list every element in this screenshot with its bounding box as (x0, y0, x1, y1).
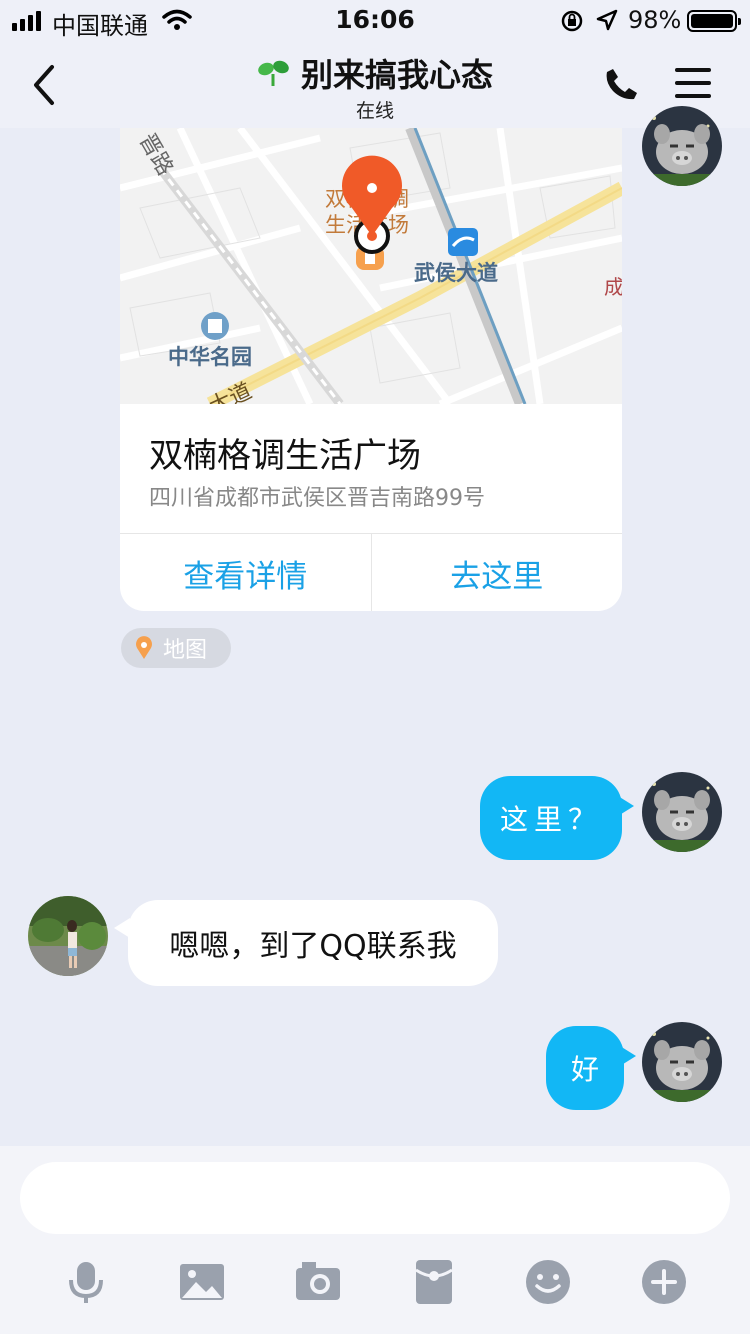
bubble-tail (618, 796, 634, 816)
map-preview[interactable]: 晋路 双楠格调 生活广场 武侯大道 中华名园 大道 成 (120, 128, 622, 404)
message-bubble-out[interactable]: 好 (546, 1026, 624, 1110)
bubble-tail (620, 1046, 636, 1066)
location-arrow-icon (596, 9, 618, 31)
garden-label: 中华名园 (168, 345, 252, 369)
battery-percent: 98% (628, 6, 682, 34)
place-name: 双楠格调生活广场 (149, 436, 421, 476)
avatar-self[interactable] (642, 772, 722, 852)
rotation-lock-icon (561, 10, 583, 32)
map-source-tag[interactable]: 地图 (121, 628, 231, 668)
status-bar: 中国联通 16:06 98% (0, 0, 750, 42)
phone-icon[interactable] (604, 66, 640, 102)
card-actions: 查看详情 去这里 (120, 533, 622, 611)
sprout-icon (258, 60, 289, 86)
plus-icon[interactable] (640, 1258, 688, 1306)
input-area (0, 1146, 750, 1334)
go-here-button[interactable]: 去这里 (370, 534, 623, 611)
avenue-label: 武侯大道 (414, 261, 498, 285)
avatar-contact[interactable] (28, 896, 108, 976)
red-packet-icon[interactable] (410, 1258, 458, 1306)
location-pin-icon (136, 636, 152, 659)
view-details-button[interactable]: 查看详情 (120, 534, 371, 611)
message-input[interactable] (20, 1162, 730, 1234)
image-icon[interactable] (178, 1258, 226, 1306)
message-bubble-in[interactable]: 嗯嗯，到了QQ联系我 (128, 900, 498, 986)
battery-icon (687, 10, 741, 32)
message-bubble-out[interactable]: 这里？ (480, 776, 622, 860)
contact-name: 别来搞我心态 (300, 56, 493, 94)
camera-icon[interactable] (294, 1258, 342, 1306)
message-text: 嗯嗯，到了QQ联系我 (169, 929, 457, 964)
emoji-icon[interactable] (524, 1258, 572, 1306)
message-text: 这里？ (499, 803, 602, 836)
place-address: 四川省成都市武侯区晋吉南路99号 (149, 486, 485, 511)
message-text: 好 (570, 1053, 599, 1086)
avatar-self[interactable] (642, 106, 722, 186)
edge-label: 成 (604, 275, 622, 299)
mic-icon[interactable] (62, 1258, 110, 1306)
menu-icon[interactable] (675, 68, 711, 102)
map-tag-label: 地图 (163, 638, 208, 663)
avatar-self[interactable] (642, 1022, 722, 1102)
location-card[interactable]: 晋路 双楠格调 生活广场 武侯大道 中华名园 大道 成 双楠格调生活广场 四川省… (120, 128, 622, 611)
chat-header: 别来搞我心态 在线 (0, 42, 750, 128)
